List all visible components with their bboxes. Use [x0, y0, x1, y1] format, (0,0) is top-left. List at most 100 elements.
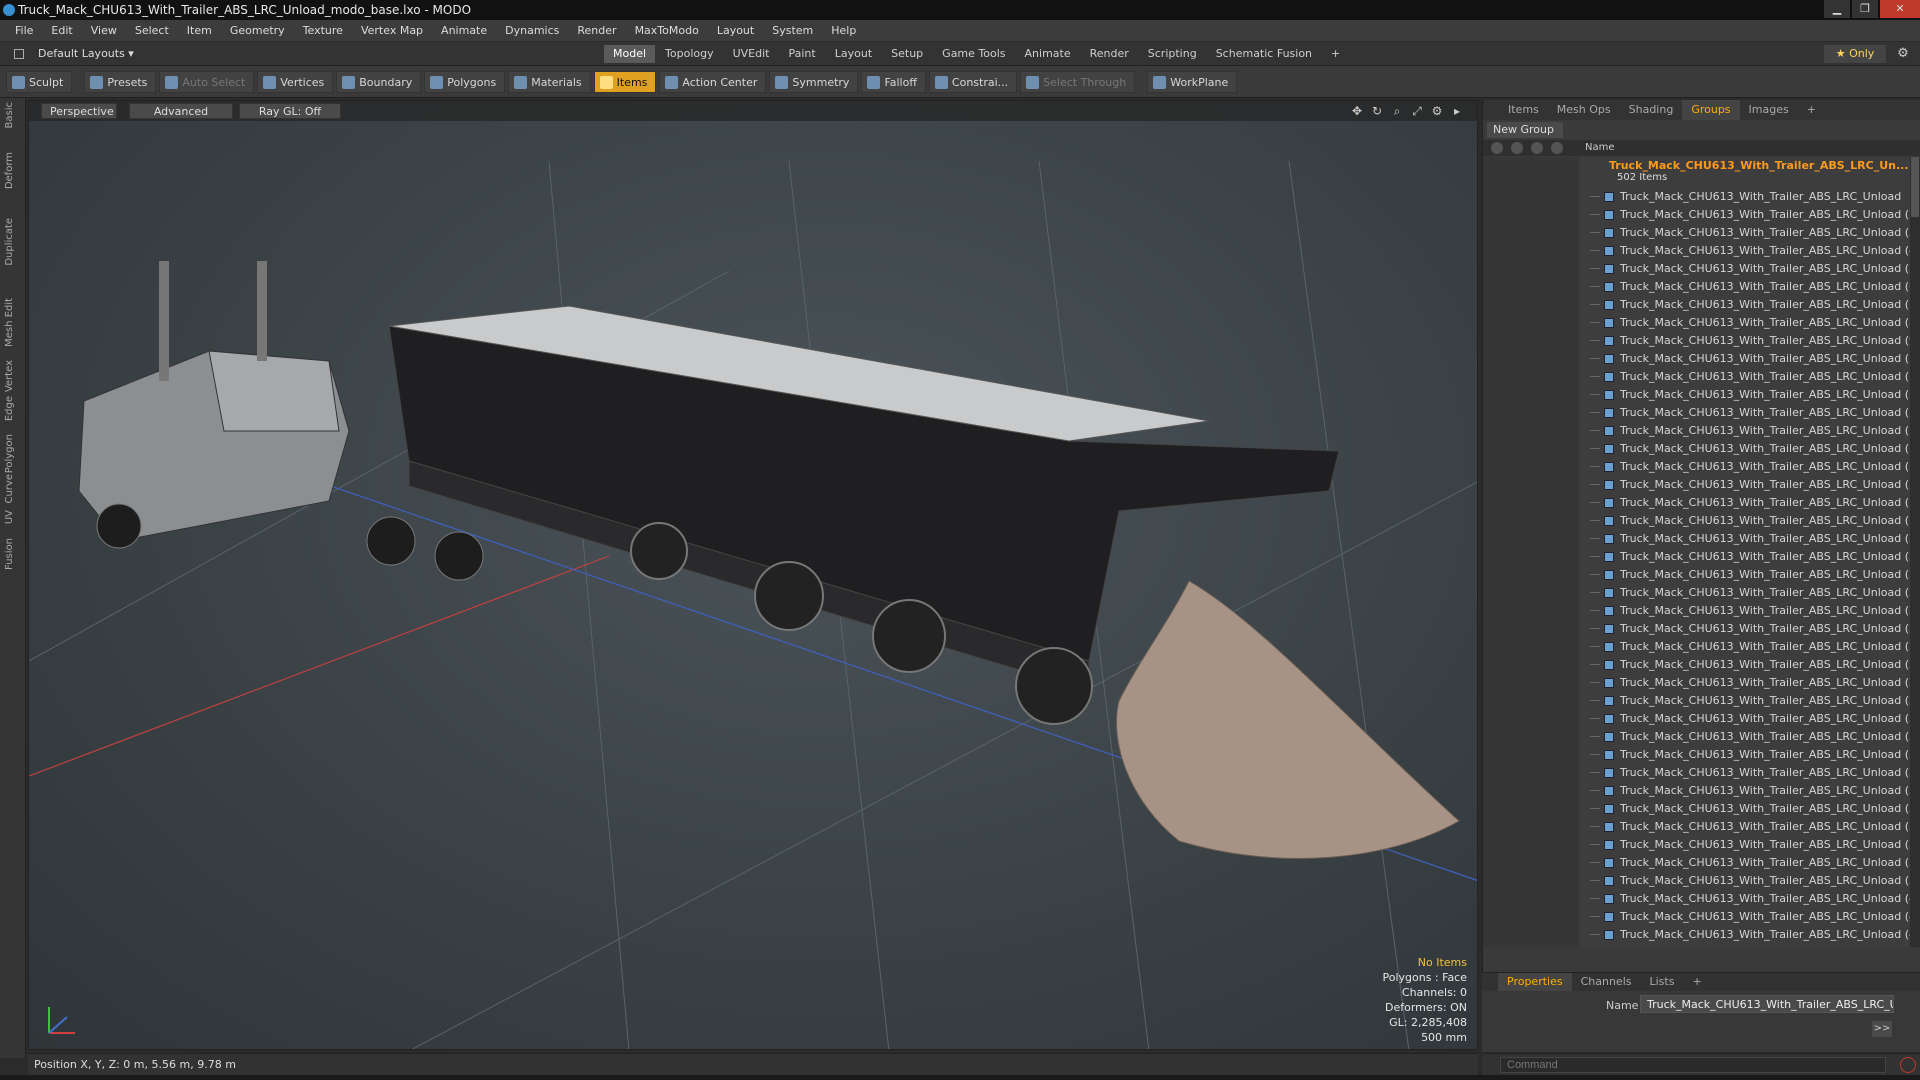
list-item[interactable]: Truck_Mack_CHU613_With_Trailer_ABS_LRC_U… [1483, 368, 1920, 386]
panel-tab-plus[interactable]: + [1798, 100, 1825, 120]
menu-geometry[interactable]: Geometry [221, 24, 294, 37]
list-item[interactable]: Truck_Mack_CHU613_With_Trailer_ABS_LRC_U… [1483, 602, 1920, 620]
menu-render[interactable]: Render [568, 24, 625, 37]
select-through-button[interactable]: Select Through [1020, 70, 1136, 93]
pan-icon[interactable]: ✥ [1349, 103, 1365, 119]
command-input[interactable] [1500, 1057, 1886, 1073]
items-button[interactable]: Items [593, 70, 657, 93]
new-group-button[interactable]: New Group [1487, 122, 1563, 138]
command-run-icon[interactable] [1900, 1057, 1916, 1073]
list-item[interactable]: Truck_Mack_CHU613_With_Trailer_ABS_LRC_U… [1483, 800, 1920, 818]
list-item[interactable]: Truck_Mack_CHU613_With_Trailer_ABS_LRC_U… [1483, 656, 1920, 674]
properties-tab-lists[interactable]: Lists [1641, 973, 1684, 991]
mode-tab-setup[interactable]: Setup [882, 45, 932, 63]
mode-tab-plus[interactable]: + [1322, 45, 1349, 63]
workplane-button[interactable]: WorkPlane [1147, 70, 1238, 93]
menu-maxtomodo[interactable]: MaxToModo [626, 24, 708, 37]
list-item[interactable]: Truck_Mack_CHU613_With_Trailer_ABS_LRC_U… [1483, 278, 1920, 296]
mode-tab-layout[interactable]: Layout [826, 45, 881, 63]
list-item[interactable]: Truck_Mack_CHU613_With_Trailer_ABS_LRC_U… [1483, 332, 1920, 350]
list-item[interactable]: Truck_Mack_CHU613_With_Trailer_ABS_LRC_U… [1483, 746, 1920, 764]
menu-texture[interactable]: Texture [294, 24, 352, 37]
list-item[interactable]: Truck_Mack_CHU613_With_Trailer_ABS_LRC_U… [1483, 404, 1920, 422]
menu-layout[interactable]: Layout [708, 24, 763, 37]
panel-tab-groups[interactable]: Groups [1682, 100, 1740, 120]
name-field[interactable]: Truck_Mack_CHU613_With_Trailer_ABS_LRC_U… [1640, 995, 1894, 1013]
constrai-button[interactable]: Constrai... [928, 70, 1018, 93]
list-item[interactable]: Truck_Mack_CHU613_With_Trailer_ABS_LRC_U… [1483, 206, 1920, 224]
list-item[interactable]: Truck_Mack_CHU613_With_Trailer_ABS_LRC_U… [1483, 476, 1920, 494]
list-item[interactable]: Truck_Mack_CHU613_With_Trailer_ABS_LRC_U… [1483, 242, 1920, 260]
menu-file[interactable]: File [6, 24, 42, 37]
menu-item[interactable]: Item [178, 24, 221, 37]
mode-tab-paint[interactable]: Paint [780, 45, 825, 63]
panel-tab-shading[interactable]: Shading [1620, 100, 1683, 120]
select-icon[interactable] [1531, 142, 1543, 154]
list-item[interactable]: Truck_Mack_CHU613_With_Trailer_ABS_LRC_U… [1483, 638, 1920, 656]
viewport-settings-icon[interactable]: ⚙ [1429, 103, 1445, 119]
visibility-icon[interactable] [1491, 142, 1503, 154]
side-tab-curve[interactable]: Curve [4, 474, 22, 504]
side-tab-deform[interactable]: Deform [4, 152, 22, 189]
mode-tab-render[interactable]: Render [1081, 45, 1138, 63]
list-item[interactable]: Truck_Mack_CHU613_With_Trailer_ABS_LRC_U… [1483, 512, 1920, 530]
menu-view[interactable]: View [82, 24, 126, 37]
list-item[interactable]: Truck_Mack_CHU613_With_Trailer_ABS_LRC_U… [1483, 854, 1920, 872]
mode-tab-scripting[interactable]: Scripting [1139, 45, 1206, 63]
list-item[interactable]: Truck_Mack_CHU613_With_Trailer_ABS_LRC_U… [1483, 764, 1920, 782]
list-item[interactable]: Truck_Mack_CHU613_With_Trailer_ABS_LRC_U… [1483, 890, 1920, 908]
list-item[interactable]: Truck_Mack_CHU613_With_Trailer_ABS_LRC_U… [1483, 494, 1920, 512]
mode-tab-animate[interactable]: Animate [1016, 45, 1080, 63]
fit-icon[interactable]: ⤢ [1409, 103, 1425, 119]
side-tab-polygon[interactable]: Polygon [4, 434, 22, 473]
3d-viewport[interactable]: Perspective Advanced Ray GL: Off ✥ ↻ ⌕ ⤢… [28, 100, 1478, 1050]
menu-vertex-map[interactable]: Vertex Map [352, 24, 432, 37]
action-center-button[interactable]: Action Center [659, 70, 767, 93]
list-item[interactable]: Truck_Mack_CHU613_With_Trailer_ABS_LRC_U… [1483, 566, 1920, 584]
menu-help[interactable]: Help [822, 24, 865, 37]
menu-dynamics[interactable]: Dynamics [496, 24, 568, 37]
panel-tab-mesh-ops[interactable]: Mesh Ops [1548, 100, 1620, 120]
lock-icon[interactable] [1511, 142, 1523, 154]
mode-tab-uvedit[interactable]: UVEdit [724, 45, 779, 63]
only-button[interactable]: ★ Only [1824, 45, 1886, 63]
list-item[interactable]: Truck_Mack_CHU613_With_Trailer_ABS_LRC_U… [1483, 818, 1920, 836]
list-item[interactable]: Truck_Mack_CHU613_With_Trailer_ABS_LRC_U… [1483, 440, 1920, 458]
vertices-button[interactable]: Vertices [257, 70, 334, 93]
properties-tab-plus[interactable]: + [1683, 973, 1710, 991]
mode-tab-game-tools[interactable]: Game Tools [933, 45, 1014, 63]
list-item[interactable]: Truck_Mack_CHU613_With_Trailer_ABS_LRC_U… [1483, 926, 1920, 944]
rotate-icon[interactable]: ↻ [1369, 103, 1385, 119]
close-icon[interactable]: ✕ [1880, 0, 1920, 18]
list-item[interactable]: Truck_Mack_CHU613_With_Trailer_ABS_LRC_U… [1483, 836, 1920, 854]
mode-tab-model[interactable]: Model [604, 45, 656, 63]
side-tab-basic[interactable]: Basic [4, 102, 22, 128]
list-item[interactable]: Truck_Mack_CHU613_With_Trailer_ABS_LRC_U… [1483, 674, 1920, 692]
materials-button[interactable]: Materials [508, 70, 591, 93]
viewport-menu-icon[interactable]: ▸ [1449, 103, 1465, 119]
side-tab-edge[interactable]: Edge [4, 396, 22, 421]
list-item[interactable]: Truck_Mack_CHU613_With_Trailer_ABS_LRC_U… [1483, 224, 1920, 242]
properties-tab-properties[interactable]: Properties [1498, 973, 1572, 991]
side-tab-uv[interactable]: UV [4, 510, 22, 524]
menu-select[interactable]: Select [126, 24, 178, 37]
view-perspective-button[interactable]: Perspective [41, 103, 117, 119]
list-item[interactable]: Truck_Mack_CHU613_With_Trailer_ABS_LRC_U… [1483, 872, 1920, 890]
menu-animate[interactable]: Animate [432, 24, 496, 37]
panel-tab-images[interactable]: Images [1740, 100, 1798, 120]
mode-tab-schematic-fusion[interactable]: Schematic Fusion [1207, 45, 1321, 63]
gear-icon[interactable]: ⚙ [1894, 45, 1912, 63]
menu-system[interactable]: System [763, 24, 822, 37]
list-item[interactable]: Truck_Mack_CHU613_With_Trailer_ABS_LRC_U… [1483, 584, 1920, 602]
polygons-button[interactable]: Polygons [424, 70, 506, 93]
list-item[interactable]: Truck_Mack_CHU613_With_Trailer_ABS_LRC_U… [1483, 710, 1920, 728]
list-item[interactable]: Truck_Mack_CHU613_With_Trailer_ABS_LRC_U… [1483, 314, 1920, 332]
mode-tab-topology[interactable]: Topology [656, 45, 723, 63]
list-item[interactable]: Truck_Mack_CHU613_With_Trailer_ABS_LRC_U… [1483, 188, 1920, 206]
side-tab-vertex[interactable]: Vertex [4, 360, 22, 392]
list-item[interactable]: Truck_Mack_CHU613_With_Trailer_ABS_LRC_U… [1483, 386, 1920, 404]
render-icon[interactable] [1551, 142, 1563, 154]
list-item[interactable]: Truck_Mack_CHU613_With_Trailer_ABS_LRC_U… [1483, 548, 1920, 566]
properties-tab-channels[interactable]: Channels [1572, 973, 1641, 991]
layout-dropdown[interactable]: Default Layouts ▾ [6, 45, 142, 63]
